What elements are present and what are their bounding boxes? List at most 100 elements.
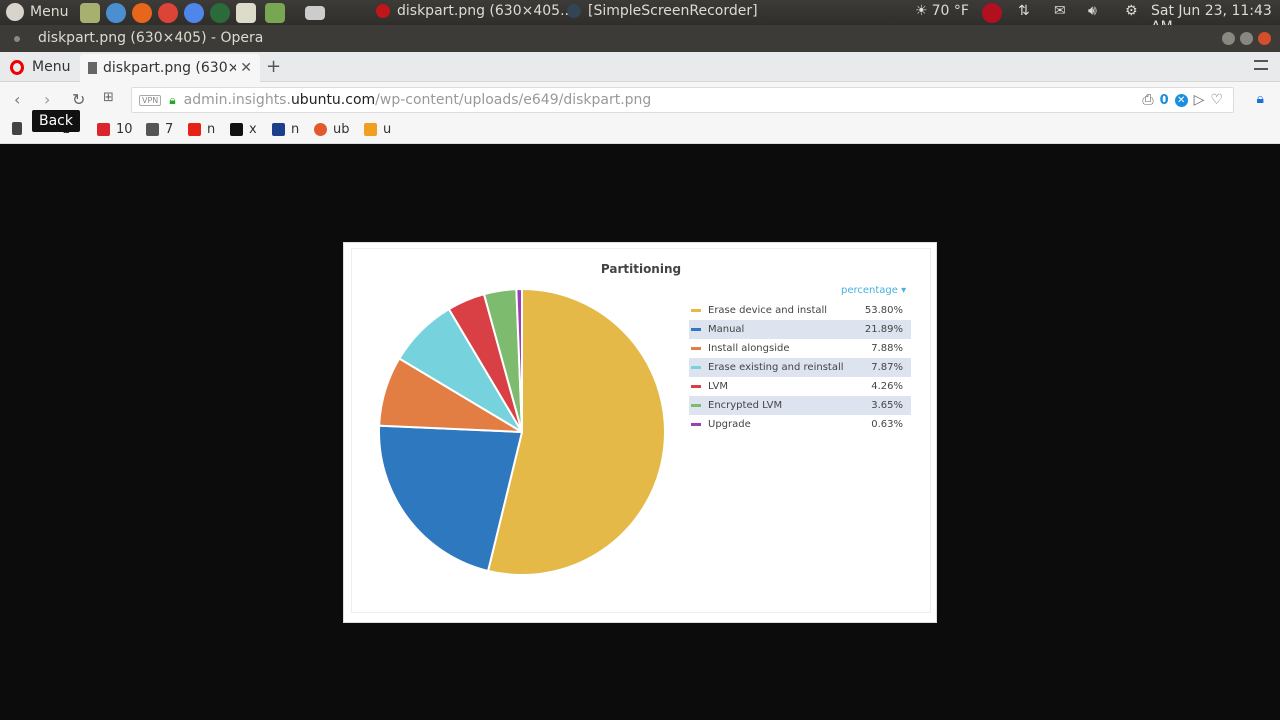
network-launcher-icon[interactable] [106, 3, 126, 23]
url-host: ubuntu.com [290, 92, 376, 108]
close-window-button[interactable] [1258, 32, 1271, 45]
legend-swatch [691, 385, 701, 388]
chrome-launcher-icon[interactable] [158, 3, 178, 23]
new-tab-button[interactable]: + [266, 56, 281, 77]
legend-label: Install alongside [708, 343, 790, 354]
bookmark-favicon-icon [97, 123, 110, 136]
chart-legend: Erase device and install 53.80% Manual 21.8… [689, 301, 911, 434]
printer-launcher-icon[interactable] [305, 6, 325, 20]
security-lock-icon[interactable]: 🔒︎ [1257, 91, 1264, 107]
url-prefix: admin.insights. [183, 92, 291, 108]
taskbar-recorder-window[interactable]: [SimpleScreenRecorder] [567, 3, 758, 19]
reload-button[interactable]: ↻ [72, 90, 85, 109]
app-launcher-icon[interactable] [210, 3, 230, 23]
legend-value: 53.80% [864, 305, 903, 316]
mail-icon[interactable]: ✉ [1054, 3, 1066, 19]
taskbar-opera-window[interactable]: diskpart.png (630×405... [376, 3, 573, 19]
bookmark-item[interactable]: 7 [146, 122, 173, 137]
legend-item[interactable]: Manual 21.89% [689, 320, 911, 339]
tab-grid-button[interactable]: ⊞ [103, 90, 114, 105]
network-arrows-icon[interactable]: ⇅ [1018, 3, 1030, 19]
weather-indicator[interactable]: ☀ 70 °F [915, 3, 969, 19]
x-icon [230, 123, 243, 136]
legend-swatch [691, 309, 701, 312]
redshift-indicator-icon[interactable] [982, 3, 1002, 23]
volume-icon[interactable]: 🔊︎ [1088, 3, 1097, 19]
recorder-icon [567, 4, 581, 18]
image-display[interactable]: Partitioning percentage ▾ Erase device a… [343, 242, 937, 623]
bookmark-label: n [207, 122, 216, 137]
legend-swatch [691, 404, 701, 407]
v-icon [272, 123, 285, 136]
page-viewport: Partitioning percentage ▾ Erase device a… [0, 144, 1280, 720]
bookmark-item[interactable]: ub [314, 122, 350, 137]
youtube-icon [188, 123, 201, 136]
firefox-launcher-icon[interactable] [132, 3, 152, 23]
task-label: diskpart.png (630×405... [397, 3, 574, 19]
bookmark-favicon-icon [364, 123, 377, 136]
settings-gear-icon[interactable]: ⚙ [1125, 3, 1138, 19]
bookmark-item[interactable]: 10 [97, 122, 133, 137]
legend-swatch [691, 366, 701, 369]
legend-item[interactable]: Erase device and install 53.80% [689, 301, 911, 320]
sun-icon: ☀ [915, 3, 928, 19]
tab-menu-icon[interactable] [1254, 60, 1268, 70]
legend-label: Manual [708, 324, 745, 335]
maximize-button[interactable] [1240, 32, 1253, 45]
adblock-count[interactable]: 0 [1160, 93, 1169, 108]
send-icon[interactable]: ▷ [1194, 92, 1205, 108]
back-button[interactable]: ‹ [14, 90, 20, 109]
navigation-bar: ‹ › ↻ ⊞ VPN 🔒︎ admin.insights. ubuntu.com… [0, 82, 1280, 116]
bookmark-label: 7 [165, 122, 174, 137]
legend-sort-header[interactable]: percentage ▾ [841, 285, 906, 296]
vpn-badge[interactable]: VPN [139, 94, 162, 106]
tab-diskpart[interactable]: diskpart.png (630×405) ✕ [80, 54, 260, 82]
tab-bar: Menu diskpart.png (630×405) ✕ + [0, 52, 1280, 82]
heart-icon[interactable]: ♡ [1210, 92, 1223, 108]
opera-menu-button[interactable]: Menu [10, 59, 70, 75]
legend-value: 21.89% [864, 324, 903, 335]
url-path: /wp-content/uploads/e649/diskpart.png [375, 92, 652, 108]
back-tooltip: Back [32, 110, 80, 132]
legend-value: 7.88% [871, 343, 903, 354]
minimize-button[interactable] [1222, 32, 1235, 45]
bookmark-page-icon[interactable] [12, 122, 22, 135]
legend-label: Erase existing and reinstall [708, 362, 844, 373]
adblock-icon[interactable]: ✕ [1174, 93, 1188, 107]
bookmark-item[interactable]: u [364, 122, 391, 137]
ask-icon [314, 123, 327, 136]
legend-value: 3.65% [871, 400, 903, 411]
bookmark-item[interactable]: x [230, 122, 257, 137]
folder-launcher-icon[interactable] [265, 3, 285, 23]
legend-item[interactable]: Erase existing and reinstall 7.87% [689, 358, 911, 377]
legend-item[interactable]: Install alongside 7.88% [689, 339, 911, 358]
secure-lock-icon[interactable]: 🔒︎ [169, 93, 175, 108]
legend-swatch [691, 347, 701, 350]
address-bar[interactable]: VPN 🔒︎ admin.insights. ubuntu.com/wp-cont… [131, 87, 1234, 113]
legend-item[interactable]: Upgrade 0.63% [689, 415, 911, 434]
legend-label: Encrypted LVM [708, 400, 783, 411]
document-launcher-icon[interactable] [236, 3, 256, 23]
forward-button[interactable]: › [44, 90, 50, 109]
chromium-launcher-icon[interactable] [184, 3, 204, 23]
system-menu-button[interactable]: Menu [6, 3, 68, 21]
legend-swatch [691, 328, 701, 331]
snapshot-icon[interactable]: ⎙ [1142, 92, 1153, 108]
legend-value: 7.87% [871, 362, 903, 373]
bookmark-item[interactable]: n [188, 122, 215, 137]
bookmark-item[interactable]: n [272, 122, 299, 137]
legend-item[interactable]: LVM 4.26% [689, 377, 911, 396]
tab-close-icon[interactable]: ✕ [240, 60, 252, 76]
opera-menu-label: Menu [32, 59, 71, 75]
files-launcher-icon[interactable] [80, 3, 100, 23]
bookmark-label: n [291, 122, 300, 137]
system-menu-label: Menu [30, 4, 69, 20]
bookmarks-bar: 1 10 7 n x n ub u [0, 116, 1280, 144]
chart-title: Partitioning [600, 262, 682, 276]
task-label: [SimpleScreenRecorder] [588, 3, 758, 19]
tab-title: diskpart.png (630×405) [103, 60, 237, 76]
legend-item[interactable]: Encrypted LVM 3.65% [689, 396, 911, 415]
pie-chart [378, 287, 666, 576]
bookmark-label: 10 [116, 122, 133, 137]
legend-value: 4.26% [871, 381, 903, 392]
